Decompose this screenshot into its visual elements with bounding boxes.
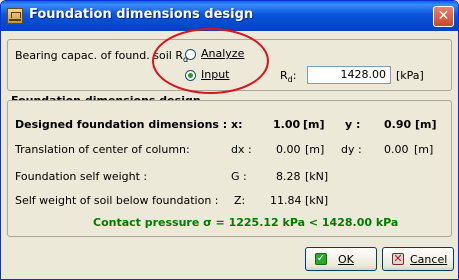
x-unit: [m] [303, 118, 325, 131]
input-radio[interactable] [185, 70, 196, 81]
z-unit: [kN] [305, 194, 329, 207]
rd-value-input[interactable]: 1428.00 [307, 66, 391, 84]
title-bar[interactable]: Foundation dimensions design ✕ [1, 1, 458, 31]
window-title: Foundation dimensions design [29, 7, 254, 22]
cancel-button[interactable]: ✕ Cancel [382, 247, 454, 271]
bearing-capacity-panel: Bearing capac. of found. soil Rd: Analyz… [7, 39, 452, 91]
input-radio-label[interactable]: Input [201, 68, 229, 81]
bearing-capacity-label: Bearing capac. of found. soil Rd: [15, 49, 192, 64]
g-value: 8.28 [276, 170, 301, 183]
self-weight-label: Foundation self weight : [15, 170, 148, 183]
checkmark-icon: ✓ [315, 253, 327, 265]
z-value: 11.84 [270, 194, 302, 207]
rd-label: Rd: [280, 69, 297, 85]
z-label: Z: [234, 194, 246, 207]
g-label: G : [231, 170, 247, 183]
analyze-radio-label[interactable]: Analyze [201, 47, 244, 60]
dx-label: dx : [231, 143, 252, 156]
g-unit: [kN] [305, 170, 329, 183]
analyze-radio[interactable] [185, 49, 196, 60]
cancel-button-label: Cancel [410, 253, 448, 266]
y-label: y : [345, 118, 361, 131]
x-value: 1.00 [273, 118, 301, 131]
bearing-capacity-text: Bearing capac. of found. soil R [15, 49, 183, 62]
translation-label: Translation of center of column: [15, 143, 190, 156]
soil-weight-label: Self weight of soil below foundation : [15, 194, 219, 207]
y-value: 0.90 [384, 118, 412, 131]
rd-unit: [kPa] [396, 69, 424, 82]
dx-unit: [m] [305, 143, 325, 156]
cancel-x-icon: ✕ [392, 252, 404, 265]
y-unit: [m] [415, 118, 437, 131]
designed-dimensions-label: Designed foundation dimensions : [15, 118, 228, 131]
contact-pressure-result: Contact pressure σ = 1225.12 kPa < 1428.… [93, 216, 399, 229]
dialog-window: Foundation dimensions design ✕ Bearing c… [0, 0, 459, 280]
dy-label: dy : [341, 143, 362, 156]
close-button[interactable]: ✕ [433, 6, 454, 27]
x-label: x: [231, 118, 243, 131]
dx-value: 0.00 [276, 143, 301, 156]
design-panel: Designed foundation dimensions : x: 1.00… [7, 100, 452, 237]
dy-unit: [m] [414, 143, 434, 156]
ok-button[interactable]: ✓ OK [305, 247, 377, 271]
ok-button-label: OK [338, 253, 354, 266]
dy-value: 0.00 [384, 143, 409, 156]
foundation-app-icon [7, 8, 23, 24]
